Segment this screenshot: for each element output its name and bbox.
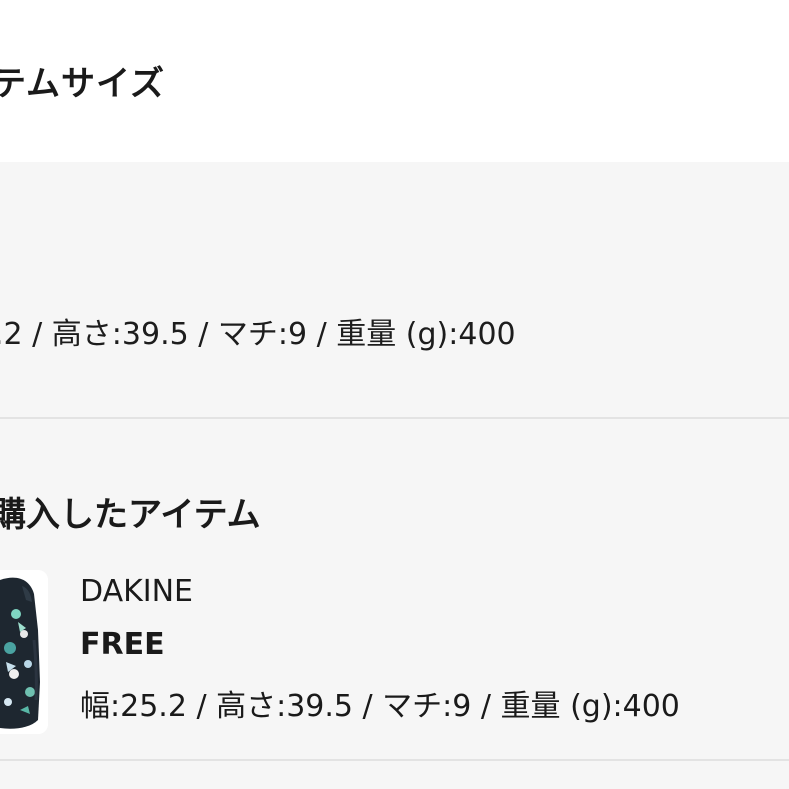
backpack-image bbox=[0, 570, 48, 734]
item-size-dimensions: .2 / 高さ:39.5 / マチ:9 / 重量 (g):400 bbox=[0, 317, 516, 352]
header: テムサイズ bbox=[0, 0, 789, 162]
divider bbox=[0, 417, 789, 419]
page: テムサイズ .2 / 高さ:39.5 / マチ:9 / 重量 (g):400 購… bbox=[0, 0, 789, 789]
section-title-item-size: テムサイズ bbox=[0, 64, 165, 104]
divider bbox=[0, 759, 789, 761]
item-dimensions: 幅:25.2 / 高さ:39.5 / マチ:9 / 重量 (g):400 bbox=[80, 689, 680, 724]
item-size: FREE bbox=[80, 627, 165, 662]
item-brand: DAKINE bbox=[80, 574, 194, 609]
product-thumbnail[interactable] bbox=[0, 570, 48, 734]
section-title-purchased-items: 購入したアイテム bbox=[0, 495, 261, 535]
